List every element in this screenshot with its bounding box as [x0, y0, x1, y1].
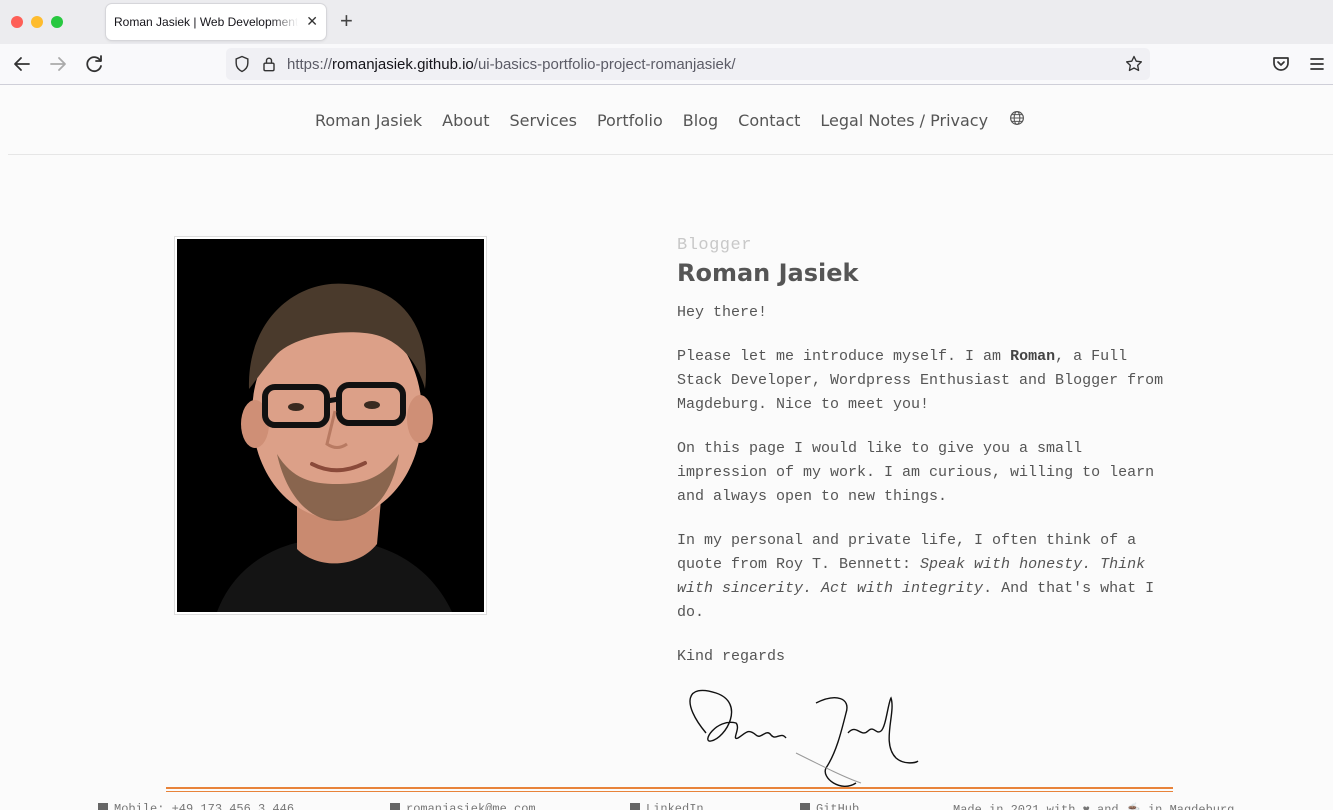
site-navigation: Roman Jasiek About Services Portfolio Bl…	[8, 85, 1333, 155]
pocket-icon[interactable]	[1269, 52, 1293, 76]
footer-linkedin-text: LinkedIn	[646, 802, 704, 810]
footer-made-in: Made in 2021 with ♥ and ☕ in Magdeburg	[953, 803, 1235, 810]
intro-section: Blogger Roman Jasiek Hey there! Please l…	[677, 236, 1177, 669]
footer-github-text: GitHub	[816, 802, 860, 810]
footer: Mobile: +49 173 456 3 446 romanjasiek@me…	[0, 800, 1333, 810]
window-close-button[interactable]	[11, 16, 23, 28]
intro-p1-name: Roman	[1010, 348, 1056, 365]
browser-toolbar: https://romanjasiek.github.io/ui-basics-…	[0, 44, 1333, 85]
footer-email[interactable]: romanjasiek@me.com	[390, 802, 536, 810]
nav-item-portfolio[interactable]: Portfolio	[597, 111, 663, 130]
nav-item-blog[interactable]: Blog	[683, 111, 718, 130]
linkedin-icon	[630, 803, 640, 810]
nav-item-home[interactable]: Roman Jasiek	[315, 111, 422, 130]
shield-icon[interactable]	[232, 54, 252, 74]
footer-divider	[166, 787, 1173, 792]
url-text[interactable]: https://romanjasiek.github.io/ui-basics-…	[287, 56, 736, 73]
footer-mobile[interactable]: Mobile: +49 173 456 3 446	[98, 802, 294, 810]
forward-icon[interactable]	[46, 52, 70, 76]
tab-close-icon[interactable]: ✕	[306, 13, 318, 29]
url-scheme: https://	[287, 56, 333, 73]
intro-paragraph-3: In my personal and private life, I often…	[677, 529, 1167, 625]
footer-email-text: romanjasiek@me.com	[406, 802, 536, 810]
footer-mobile-text: Mobile: +49 173 456 3 446	[114, 802, 295, 810]
intro-paragraph-1: Please let me introduce myself. I am Rom…	[677, 345, 1167, 417]
menu-icon[interactable]	[1305, 52, 1329, 76]
footer-linkedin[interactable]: LinkedIn	[630, 802, 704, 810]
quote-part-1: Speak with honesty.	[920, 556, 1092, 573]
language-switcher[interactable]	[1008, 109, 1026, 131]
author-name: Roman Jasiek	[677, 259, 859, 287]
handwritten-signature	[689, 689, 919, 787]
window-maximize-button[interactable]	[51, 16, 63, 28]
nav-item-legal[interactable]: Legal Notes / Privacy	[820, 111, 988, 130]
portrait-illustration	[177, 239, 484, 612]
back-icon[interactable]	[10, 52, 34, 76]
reload-icon[interactable]	[82, 52, 106, 76]
greeting: Hey there!	[677, 304, 768, 321]
intro-p1-text: Please let me introduce myself. I am	[677, 348, 1011, 365]
profile-photo	[174, 236, 487, 615]
browser-tab-bar: Roman Jasiek | Web Development Studio ✕ …	[0, 0, 1333, 44]
intro-paragraph-2: On this page I would like to give you a …	[677, 440, 1155, 505]
mail-icon	[390, 803, 400, 810]
lock-icon[interactable]	[259, 54, 279, 74]
bookmark-star-icon[interactable]	[1124, 54, 1144, 74]
nav-item-about[interactable]: About	[442, 111, 489, 130]
window-minimize-button[interactable]	[31, 16, 43, 28]
globe-icon	[1010, 111, 1025, 125]
nav-item-contact[interactable]: Contact	[738, 111, 800, 130]
browser-tab[interactable]: Roman Jasiek | Web Development Studio ✕	[106, 4, 326, 40]
phone-icon	[98, 803, 108, 810]
tab-title: Roman Jasiek | Web Development Studio	[114, 15, 298, 29]
url-host: romanjasiek.github.io	[332, 56, 474, 73]
address-bar[interactable]: https://romanjasiek.github.io/ui-basics-…	[226, 48, 1150, 80]
nav-item-services[interactable]: Services	[509, 111, 576, 130]
new-tab-icon[interactable]: +	[340, 10, 353, 32]
role-label: Blogger	[677, 236, 752, 255]
closing: Kind regards	[677, 648, 786, 665]
url-path: /ui-basics-portfolio-project-romanjasiek…	[473, 56, 736, 73]
footer-github[interactable]: GitHub	[800, 802, 859, 810]
github-icon	[800, 803, 810, 810]
